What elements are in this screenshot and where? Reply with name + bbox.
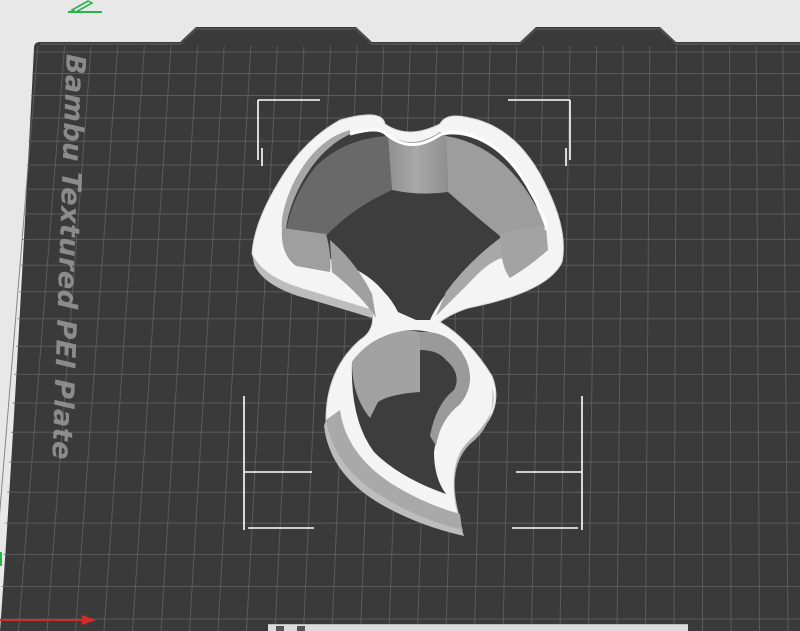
3d-viewport[interactable]: Bambu Textured PEI Plate <box>0 0 800 631</box>
grid-line-vertical <box>702 45 704 631</box>
view-controls[interactable] <box>724 624 794 631</box>
toolbar-icon-1[interactable] <box>276 626 284 631</box>
plate-top-edge <box>40 28 800 45</box>
pencil-icon[interactable] <box>66 0 106 14</box>
build-plate-scene[interactable] <box>0 0 800 631</box>
toolbar-icon-2[interactable] <box>296 626 305 631</box>
bottom-toolbar[interactable] <box>268 624 688 631</box>
